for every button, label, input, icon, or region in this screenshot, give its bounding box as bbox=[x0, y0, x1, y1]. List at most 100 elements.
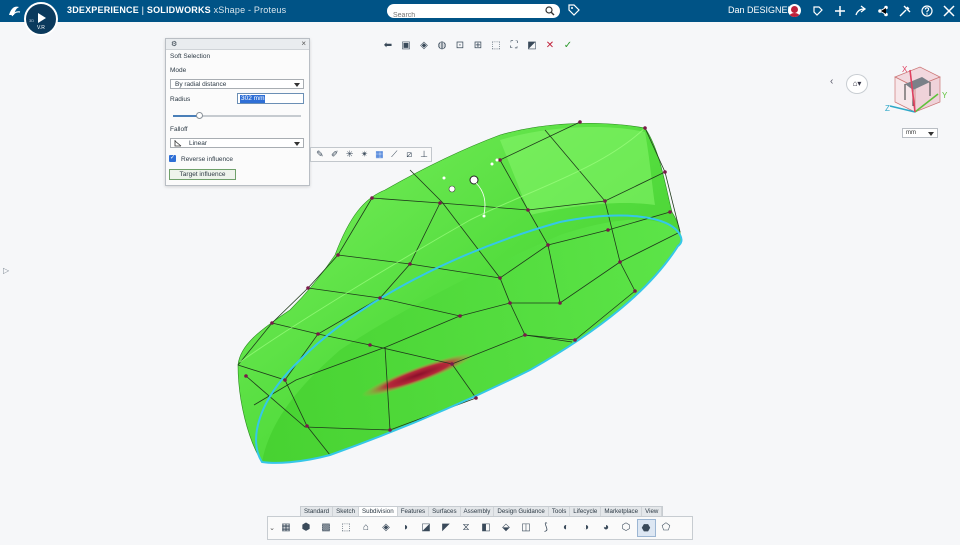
play-icon[interactable] bbox=[38, 13, 46, 23]
pen-edit-icon[interactable]: ✐ bbox=[328, 148, 342, 161]
cage-icon[interactable]: ⬠ bbox=[657, 519, 676, 537]
surface-icon[interactable]: ◤ bbox=[437, 519, 456, 537]
brand-label: 3DEXPERIENCE bbox=[67, 5, 139, 15]
dassault-logo-icon[interactable] bbox=[6, 3, 22, 19]
car-model-canvas[interactable] bbox=[0, 22, 960, 540]
line-icon[interactable]: ⟋ bbox=[387, 148, 401, 161]
radius-slider[interactable] bbox=[173, 112, 301, 119]
grid-icon[interactable]: ▦ bbox=[277, 519, 296, 537]
soft-selection-panel: ⚙ × Soft Selection Mode By radial distan… bbox=[165, 38, 310, 186]
panel-settings-icon: ⚙ bbox=[171, 41, 178, 48]
render-mode-icon[interactable]: ⬚ bbox=[488, 38, 504, 54]
axis-y-label: Y bbox=[942, 91, 948, 100]
view-orientation-icon[interactable]: ◍ bbox=[434, 38, 450, 54]
view-display-icon[interactable]: ◈ bbox=[416, 38, 432, 54]
extrude-icon[interactable]: ⌂ bbox=[357, 519, 376, 537]
tag-icon[interactable] bbox=[568, 4, 580, 16]
split-icon[interactable]: ◑ bbox=[577, 519, 596, 537]
axis-x-label: X bbox=[902, 65, 908, 74]
user-name[interactable]: Dan DESIGNER bbox=[728, 5, 794, 15]
radius-slider-handle[interactable] bbox=[195, 112, 203, 119]
subdivide-icon[interactable]: ⧖ bbox=[457, 519, 476, 537]
top-bar: 3DEXPERIENCE | SOLIDWORKS xShape - Prote… bbox=[0, 0, 960, 23]
slash-icon[interactable]: ⧄ bbox=[402, 148, 416, 161]
target-influence-button[interactable]: Target influence bbox=[169, 169, 236, 180]
box-icon[interactable]: ⬢ bbox=[297, 519, 316, 537]
radius-value: 302 mm bbox=[240, 95, 266, 103]
section-view-icon[interactable]: ⊞ bbox=[470, 38, 486, 54]
accept-icon[interactable]: ✓ bbox=[560, 38, 576, 54]
radius-input[interactable]: 302 mm bbox=[237, 93, 304, 104]
display-style-icon[interactable]: ◩ bbox=[524, 38, 540, 54]
soft-selection-icon[interactable]: ⬣ bbox=[636, 519, 656, 537]
view-back-icon[interactable]: ⬅ bbox=[380, 38, 396, 54]
brush-icon[interactable]: ✎ bbox=[313, 148, 327, 161]
face-extrude-icon[interactable]: ◪ bbox=[417, 519, 436, 537]
compass-3d-label: 3D bbox=[29, 18, 35, 23]
reverse-influence-checkbox[interactable]: ✓ bbox=[169, 155, 176, 162]
network-share-icon[interactable] bbox=[877, 5, 889, 17]
expand-icon[interactable]: ⌄ bbox=[268, 524, 276, 532]
side-panel-expand-icon[interactable]: ▷ bbox=[3, 266, 9, 275]
share-arrow-icon[interactable] bbox=[855, 5, 867, 17]
mode-value: By radial distance bbox=[175, 81, 227, 88]
unit-dropdown[interactable]: mm bbox=[902, 128, 938, 138]
perpendicular-icon[interactable]: ⊥ bbox=[417, 148, 431, 161]
app-label: xShape - Proteus bbox=[210, 5, 287, 15]
avatar[interactable] bbox=[788, 4, 801, 17]
chevron-down-icon bbox=[928, 132, 934, 136]
falloff-value: Linear bbox=[189, 140, 208, 147]
compass-version: V.R bbox=[37, 25, 45, 31]
sculpt-icon[interactable]: ⟆ bbox=[537, 519, 556, 537]
search-icon[interactable] bbox=[545, 6, 555, 16]
zoom-area-icon[interactable]: ⊡ bbox=[452, 38, 468, 54]
panel-header[interactable]: ⚙ × bbox=[166, 39, 309, 50]
fit-all-icon[interactable]: ▣ bbox=[398, 38, 414, 54]
close-icon[interactable]: × bbox=[301, 39, 306, 48]
chevron-down-icon bbox=[294, 142, 300, 146]
unit-value: mm bbox=[906, 130, 916, 136]
compass-widget[interactable]: 3D V.R bbox=[24, 2, 58, 36]
search-input[interactable] bbox=[387, 8, 543, 23]
view-cube[interactable]: Z Y X bbox=[880, 62, 950, 122]
app-title: 3DEXPERIENCE | SOLIDWORKS xShape - Prote… bbox=[67, 5, 286, 15]
cube-icon[interactable]: ⬡ bbox=[617, 519, 636, 537]
mode-dropdown[interactable]: By radial distance bbox=[170, 79, 304, 89]
star-vertex-icon[interactable]: ✳ bbox=[343, 148, 357, 161]
mesh-icon[interactable]: ▩ bbox=[317, 519, 336, 537]
render-icon[interactable]: ◕ bbox=[597, 519, 616, 537]
collapse-icon[interactable] bbox=[943, 5, 955, 17]
cube-edit-icon[interactable]: ⬚ bbox=[337, 519, 356, 537]
falloff-dropdown[interactable]: Linear bbox=[170, 138, 304, 148]
falloff-label: Falloff bbox=[170, 126, 188, 133]
product-label: SOLIDWORKS bbox=[146, 5, 211, 15]
star-edge-icon[interactable]: ✴ bbox=[358, 148, 372, 161]
search-box[interactable] bbox=[387, 4, 560, 23]
chevron-down-icon bbox=[294, 83, 300, 87]
linear-falloff-icon bbox=[174, 140, 182, 147]
tools-icon[interactable] bbox=[899, 5, 911, 17]
sphere-icon[interactable]: ◐ bbox=[557, 519, 576, 537]
radius-label: Radius bbox=[170, 96, 191, 103]
cancel-icon[interactable]: ✕ bbox=[542, 38, 558, 54]
primitive-icon[interactable]: ◈ bbox=[377, 519, 396, 537]
view-cube-menu-icon[interactable]: ⌂▾ bbox=[846, 74, 868, 94]
help-icon[interactable] bbox=[921, 5, 933, 17]
weld-icon[interactable]: ⬙ bbox=[497, 519, 516, 537]
face-icon[interactable]: ▦ bbox=[373, 148, 387, 161]
plus-icon[interactable] bbox=[834, 5, 846, 17]
reverse-influence-label: Reverse influence bbox=[181, 156, 234, 163]
axis-z-label: Z bbox=[885, 104, 890, 113]
3d-viewport[interactable] bbox=[0, 22, 960, 540]
floating-toolbar: ✎ ✐ ✳ ✴ ▦ ⟋ ⧄ ⊥ bbox=[310, 147, 432, 162]
action-bar: ⌄ ▦ ⬢ ▩ ⬚ ⌂ ◈ ◗ ◪ ◤ ⧖ ◧ ⬙ ◫ ⟆ ◐ ◑ ◕ ⬡ ⬣ … bbox=[267, 516, 693, 540]
crease-icon[interactable]: ◧ bbox=[477, 519, 496, 537]
title-separator: | bbox=[138, 5, 147, 15]
mode-label: Mode bbox=[170, 67, 187, 74]
panel-title: Soft Selection bbox=[170, 53, 211, 60]
hide-show-icon[interactable]: ⛶ bbox=[506, 38, 522, 54]
bridge-icon[interactable]: ◗ bbox=[397, 519, 416, 537]
tag-add-icon[interactable] bbox=[812, 5, 824, 17]
mirror-icon[interactable]: ◫ bbox=[517, 519, 536, 537]
chevron-left-icon[interactable]: ‹ bbox=[830, 76, 833, 87]
